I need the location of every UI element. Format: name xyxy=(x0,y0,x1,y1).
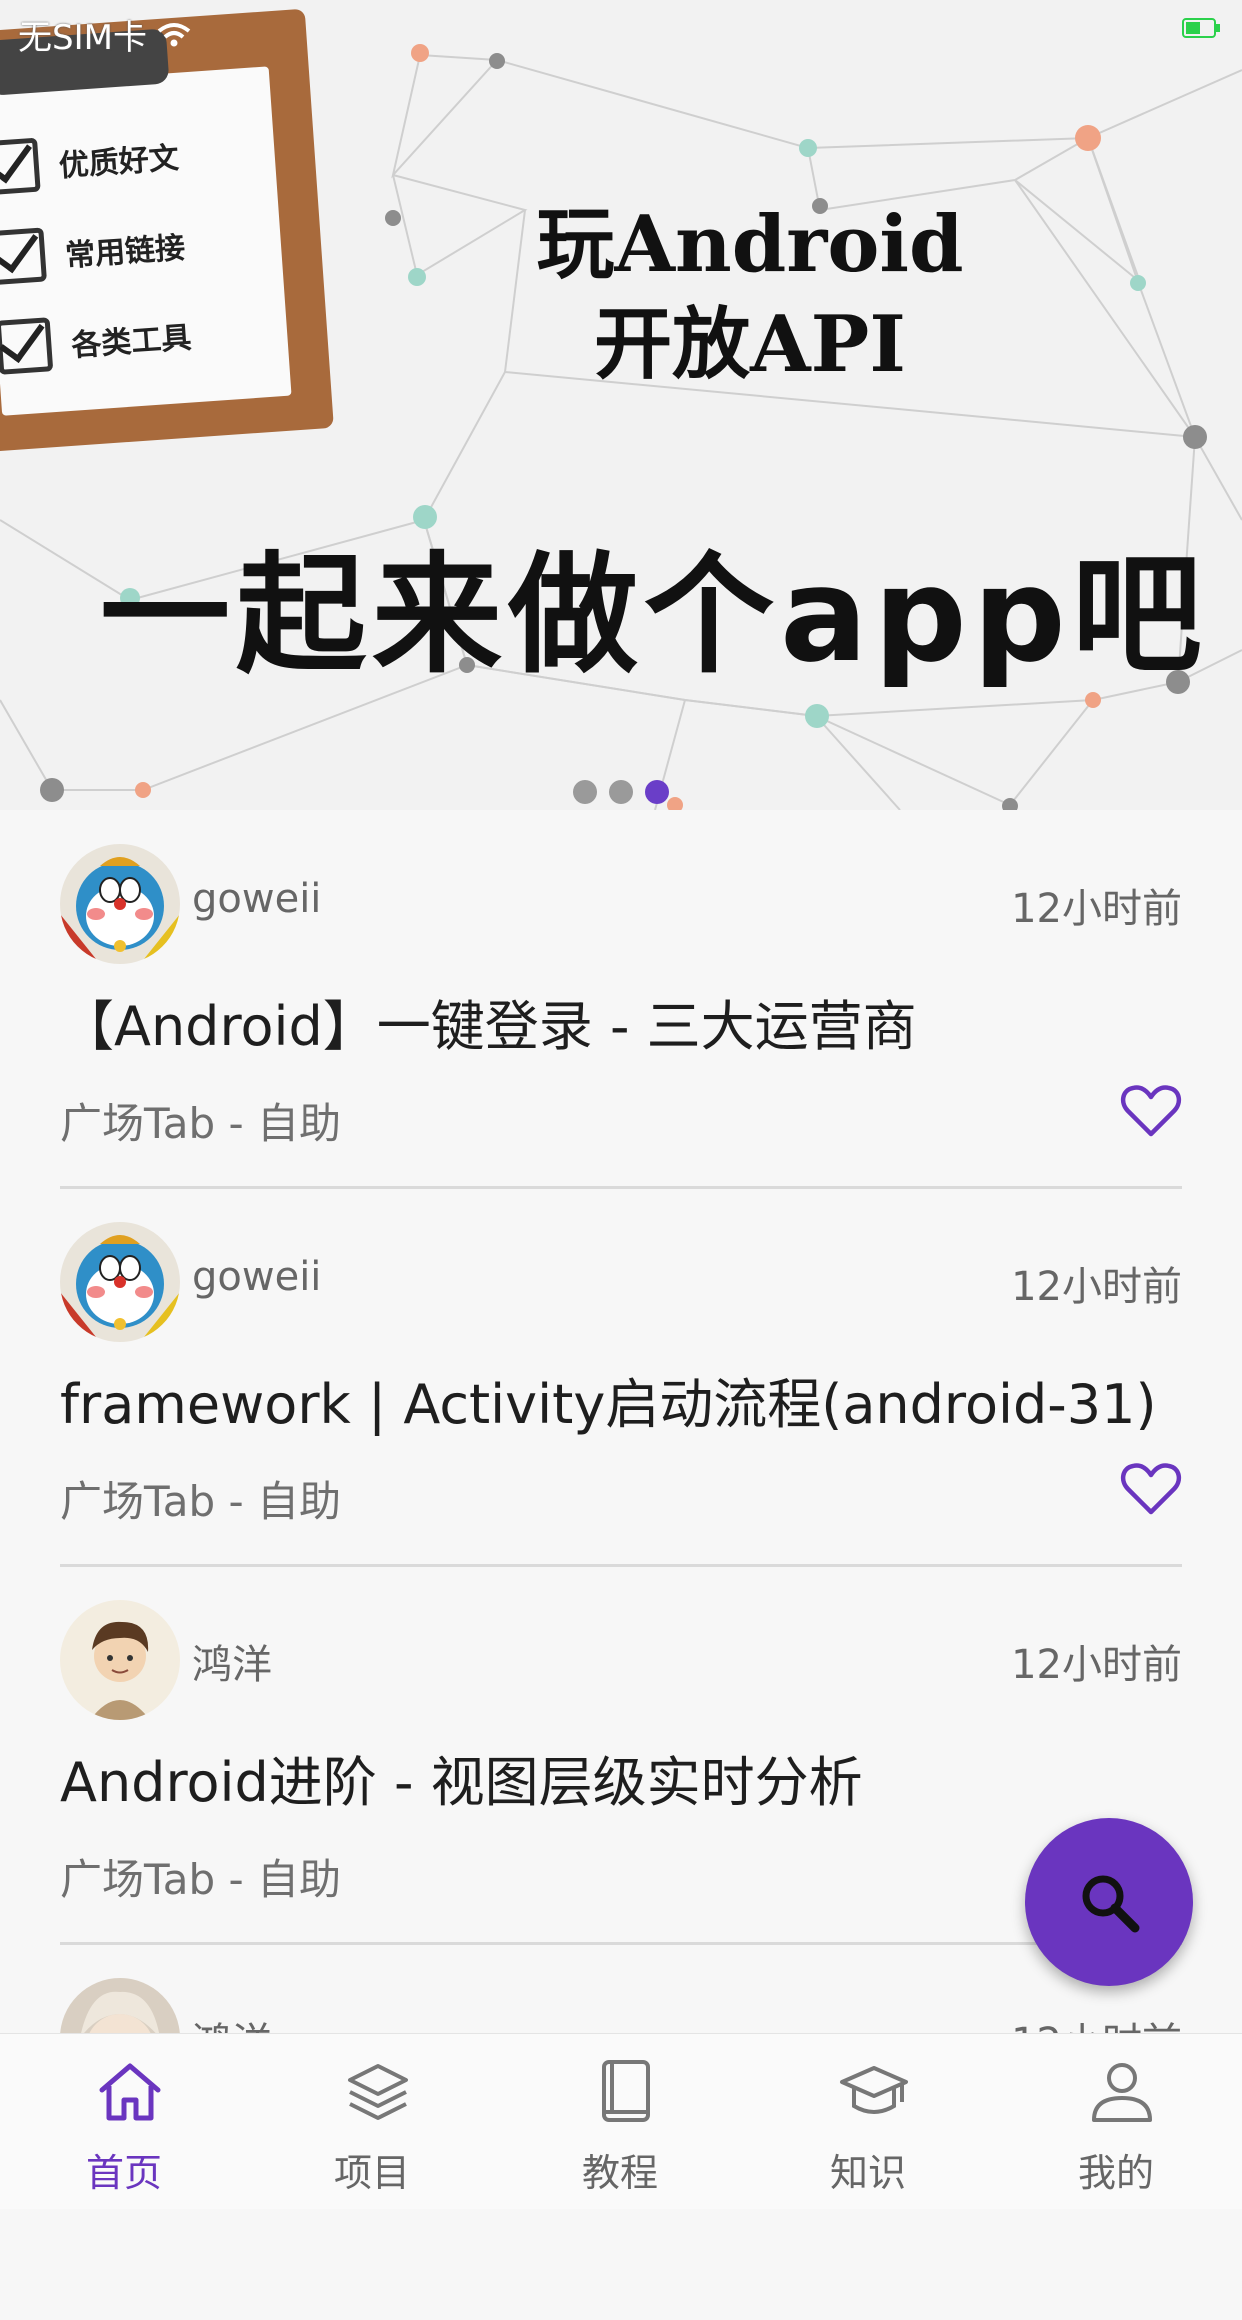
carrier-text: 无SIM卡 xyxy=(18,18,147,58)
bottom-tab-bar: 首页 项目 教程 知识 我的 xyxy=(0,2033,1242,2209)
book-icon xyxy=(602,2060,650,2122)
tab-label: 教程 xyxy=(581,2151,658,2195)
banner-carousel[interactable]: 优质好文 常用链接 各类工具 玩Android 开放API 一起来做个app吧 xyxy=(0,0,1242,810)
status-bar: 无SIM卡 xyxy=(0,0,1242,60)
tab-tutorials[interactable]: 教程 xyxy=(496,2034,744,2209)
favorite-heart-icon[interactable] xyxy=(1120,1080,1182,1142)
avatar[interactable] xyxy=(60,844,180,964)
avatar[interactable] xyxy=(60,1222,180,1342)
author-name[interactable]: goweii xyxy=(192,1254,321,1300)
article-card[interactable]: 鸿洋 12小时前 Android进阶 - 视图层级实时分析 广场Tab - 自助 xyxy=(60,1566,1182,1945)
doraemon-avatar-image xyxy=(60,1222,180,1342)
article-card[interactable]: goweii 12小时前 framework | Activity启动流程(an… xyxy=(60,1188,1182,1567)
article-title[interactable]: Android进阶 - 视图层级实时分析 xyxy=(60,1738,863,1817)
cartoon-boy-avatar-image xyxy=(60,1600,180,1720)
checklist-label: 各类工具 xyxy=(70,320,193,364)
headline-line-2: 开放API xyxy=(594,299,906,390)
carousel-dot-active[interactable] xyxy=(645,780,669,804)
person-icon xyxy=(1092,2063,1152,2122)
banner-slogan: 一起来做个app吧 xyxy=(100,539,1208,691)
banner-headline: 玩Android 开放API xyxy=(500,195,1000,395)
layers-icon xyxy=(348,2064,408,2120)
article-category[interactable]: 广场Tab - 自助 xyxy=(60,1090,341,1151)
carrier-label: 无SIM卡 xyxy=(18,10,191,59)
article-title[interactable]: 【Android】一键登录 - 三大运营商 xyxy=(60,982,917,1061)
search-icon xyxy=(1082,1875,1140,1933)
tab-home[interactable]: 首页 xyxy=(0,2034,248,2209)
tab-label: 知识 xyxy=(829,2151,906,2195)
tab-label: 我的 xyxy=(1077,2151,1154,2195)
checkbox-icon xyxy=(0,227,47,286)
wifi-icon xyxy=(157,22,191,46)
checkbox-icon xyxy=(0,137,41,196)
favorite-heart-icon[interactable] xyxy=(1120,1458,1182,1520)
carousel-dot[interactable] xyxy=(573,780,597,804)
home-icon xyxy=(99,2063,161,2121)
carousel-dot[interactable] xyxy=(609,780,633,804)
tab-knowledge[interactable]: 知识 xyxy=(744,2034,992,2209)
carousel-indicator xyxy=(573,780,669,804)
checklist-label: 常用链接 xyxy=(64,230,187,274)
graduation-cap-icon xyxy=(840,2066,908,2114)
clipboard-illustration: 优质好文 常用链接 各类工具 xyxy=(0,8,345,462)
doraemon-avatar-image xyxy=(60,844,180,964)
article-category[interactable]: 广场Tab - 自助 xyxy=(60,1846,341,1907)
article-category[interactable]: 广场Tab - 自助 xyxy=(60,1468,341,1529)
author-name[interactable]: goweii xyxy=(192,876,321,922)
article-card[interactable]: goweii 12小时前 【Android】一键登录 - 三大运营商 广场Tab… xyxy=(60,810,1182,1189)
tab-mine[interactable]: 我的 xyxy=(992,2034,1240,2209)
search-fab-button[interactable] xyxy=(1025,1818,1193,1986)
headline-line-1: 玩Android xyxy=(536,199,964,290)
checklist-label: 优质好文 xyxy=(57,140,180,185)
battery-icon xyxy=(1182,18,1220,38)
tab-label: 首页 xyxy=(85,2151,162,2195)
checkbox-icon xyxy=(0,317,54,375)
tab-projects[interactable]: 项目 xyxy=(248,2034,496,2209)
publish-time: 12小时前 xyxy=(1011,1642,1182,1688)
author-name[interactable]: 鸿洋 xyxy=(192,1632,272,1690)
tab-label: 项目 xyxy=(333,2151,410,2195)
publish-time: 12小时前 xyxy=(1011,886,1182,932)
article-title[interactable]: framework | Activity启动流程(android-31) xyxy=(60,1360,1157,1439)
publish-time: 12小时前 xyxy=(1011,1264,1182,1310)
avatar[interactable] xyxy=(60,1600,180,1720)
